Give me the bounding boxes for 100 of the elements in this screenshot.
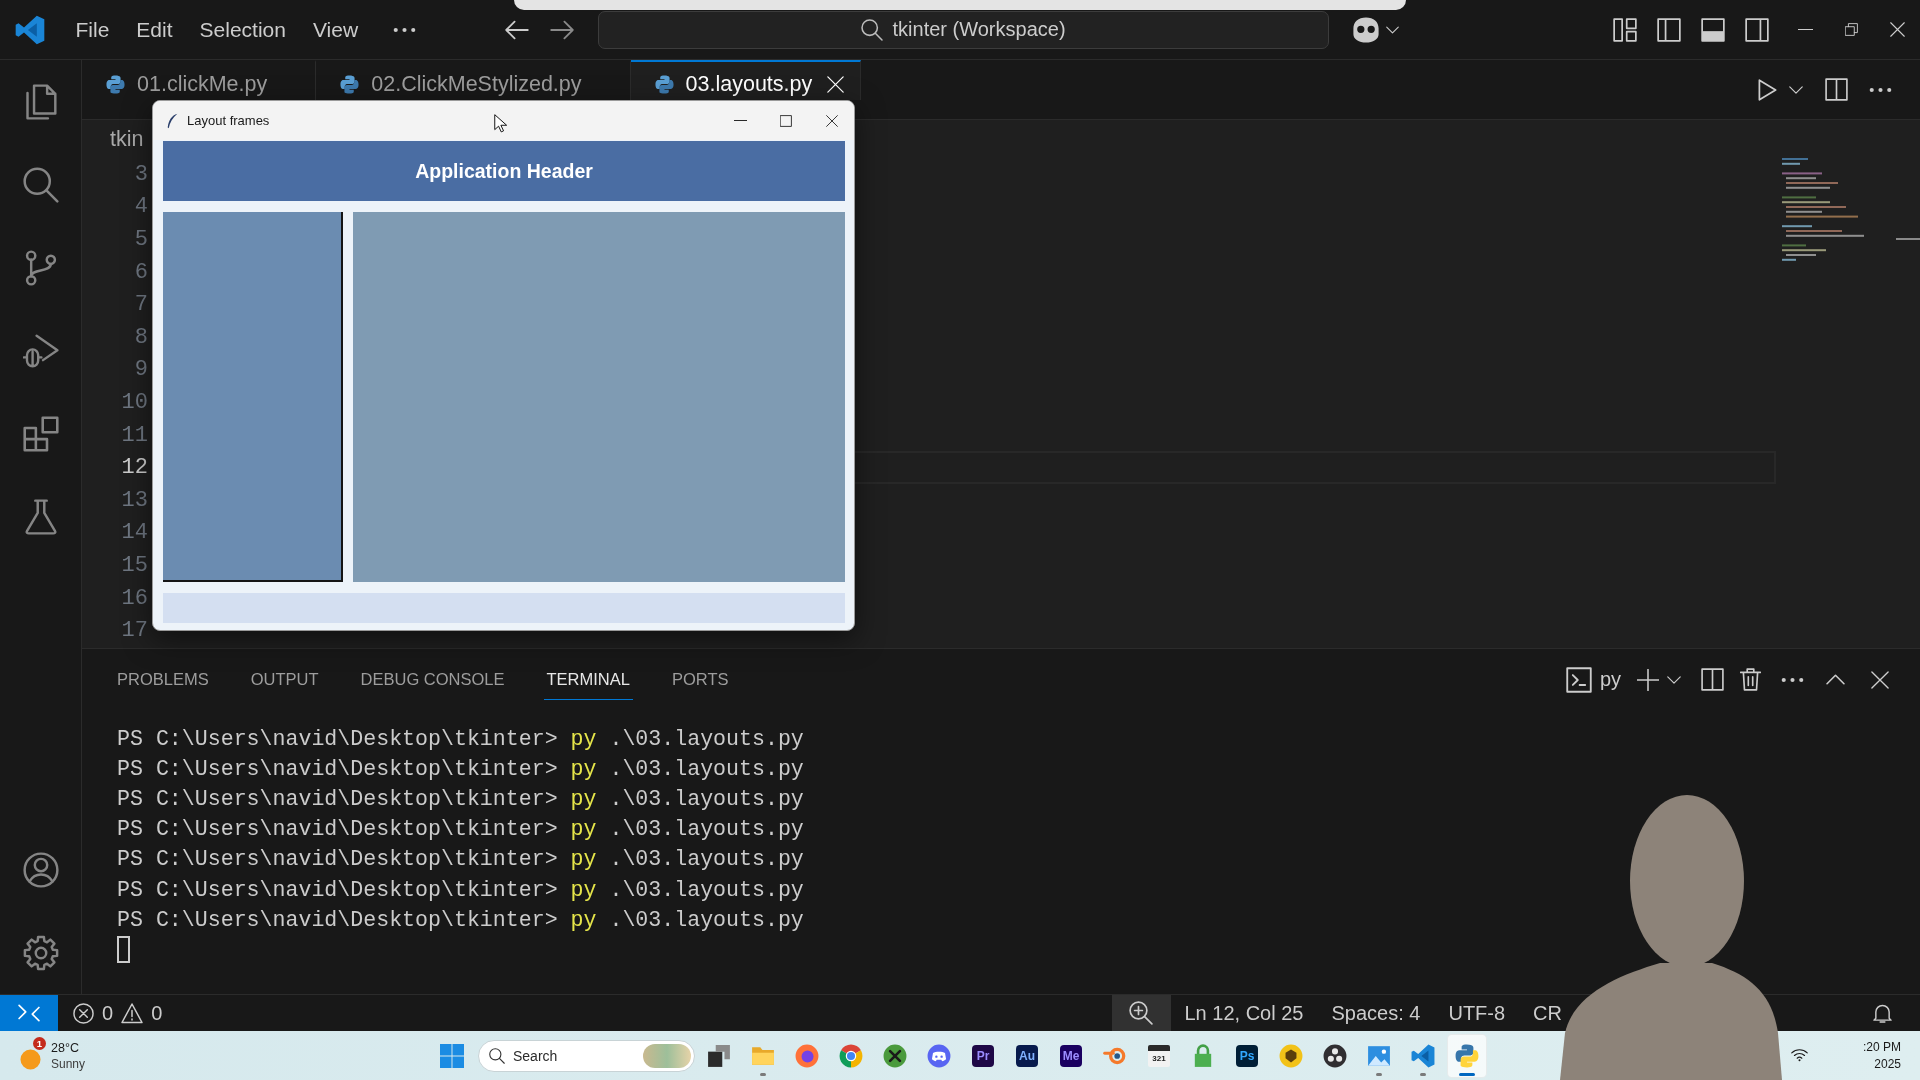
taskbar-button[interactable]: Me xyxy=(1051,1033,1091,1078)
menu-item[interactable]: View xyxy=(312,17,359,42)
wifi-icon[interactable] xyxy=(1791,1049,1808,1062)
menu-item[interactable]: File xyxy=(75,17,110,42)
status-item[interactable]: UTF-8 xyxy=(1448,1001,1506,1025)
premiere-logo: Pr xyxy=(972,1044,994,1067)
terminal-line: PS C:\Users\navid\Desktop\tkinter> py .\03.layouts.py xyxy=(117,907,804,932)
menu-item[interactable]: Edit xyxy=(136,17,173,42)
terminal-line: PS C:\Users\navid\Desktop\tkinter> py .\03.layouts.py xyxy=(117,727,804,752)
line-number: 10 xyxy=(121,389,148,415)
chevron-up-icon[interactable] xyxy=(1826,674,1845,685)
restore-icon[interactable] xyxy=(1845,23,1858,36)
line-number: 12 xyxy=(121,455,148,481)
error-count[interactable]: 0 xyxy=(102,1001,114,1025)
line-number: 5 xyxy=(134,227,148,252)
breadcrumb-folder[interactable]: tkin xyxy=(110,126,144,152)
more-icon[interactable] xyxy=(1781,676,1804,683)
clock-date[interactable]: 2025 xyxy=(1874,1055,1901,1073)
image-placeholder xyxy=(643,1043,691,1068)
taskbar-button[interactable]: 321 xyxy=(1139,1033,1179,1078)
panel-tab[interactable]: OUTPUT xyxy=(247,659,322,700)
start-icon[interactable] xyxy=(440,1043,464,1068)
back-arrow-icon[interactable] xyxy=(504,19,529,40)
panel-tab[interactable]: PROBLEMS xyxy=(114,659,212,700)
header-frame: Application Header xyxy=(163,141,845,201)
trash-icon[interactable] xyxy=(1740,668,1761,691)
search-box[interactable]: Search xyxy=(478,1039,695,1072)
plus-icon[interactable] xyxy=(1637,668,1659,691)
terminal-line: PS C:\Users\navid\Desktop\tkinter> py .\03.layouts.py xyxy=(117,877,804,902)
line-number: 14 xyxy=(121,520,148,546)
panel-tab[interactable]: PORTS xyxy=(668,659,732,700)
warning-count[interactable]: 0 xyxy=(151,1001,163,1025)
close-icon[interactable] xyxy=(826,114,838,127)
terminal-line: PS C:\Users\navid\Desktop\tkinter> py .\03.layouts.py xyxy=(117,787,804,812)
zoom-button[interactable] xyxy=(1111,995,1171,1031)
firefox-icon xyxy=(795,1043,819,1068)
line-number: 9 xyxy=(134,357,148,383)
warning-icon[interactable] xyxy=(121,1002,144,1024)
obs-icon xyxy=(1323,1043,1347,1068)
temperature[interactable]: 28°C xyxy=(51,1039,86,1056)
account-icon[interactable] xyxy=(22,851,59,888)
menu-item[interactable]: Selection xyxy=(199,17,286,42)
python-icon xyxy=(106,74,125,94)
weather-condition[interactable]: Sunny xyxy=(51,1055,86,1072)
line-number: 13 xyxy=(121,487,148,513)
robot-icon[interactable] xyxy=(1351,15,1380,44)
bell-icon[interactable] xyxy=(1873,1003,1892,1023)
chevron-down-icon[interactable] xyxy=(1789,85,1803,94)
more-icon[interactable] xyxy=(392,26,416,33)
clock-time[interactable]: :20 PM xyxy=(1863,1038,1901,1056)
line-number: 4 xyxy=(134,194,148,220)
sidebar-left-icon[interactable] xyxy=(1657,17,1681,42)
scroll-position-marker xyxy=(1896,238,1920,240)
search-field[interactable]: Search xyxy=(513,1045,637,1066)
line-number: 3 xyxy=(134,161,148,187)
status-item[interactable]: Ln 12, Col 25 xyxy=(1184,1001,1304,1025)
blocks-icon[interactable] xyxy=(22,415,59,452)
play-bug-icon[interactable] xyxy=(22,332,59,369)
mouse-pointer-icon xyxy=(494,114,507,133)
search-icon[interactable] xyxy=(22,166,59,203)
maximize-icon[interactable] xyxy=(780,114,792,127)
python-icon xyxy=(340,74,360,94)
panel-bottom-icon[interactable] xyxy=(1701,17,1725,42)
remote-button[interactable] xyxy=(0,995,58,1031)
command-center[interactable]: tkinter (Workspace) xyxy=(597,10,1329,49)
terminal-selector[interactable]: py xyxy=(1565,666,1621,693)
layout-icon[interactable] xyxy=(1613,17,1637,42)
editor-tab[interactable]: 03.layouts.py xyxy=(630,60,862,100)
status-item[interactable]: Spaces: 4 xyxy=(1331,1001,1421,1025)
sidebar-right-icon[interactable] xyxy=(1745,17,1769,42)
play-icon[interactable] xyxy=(1758,78,1777,101)
taskbar-button[interactable]: Pr xyxy=(963,1033,1003,1078)
panel-tab[interactable]: TERMINAL xyxy=(543,659,633,700)
window-title: Layout frames xyxy=(187,113,270,128)
clapperboard-logo: 321 xyxy=(1148,1044,1170,1067)
chevron-down-icon[interactable] xyxy=(1385,25,1399,34)
minimize-icon[interactable] xyxy=(734,119,747,122)
status-item[interactable]: CR xyxy=(1533,1001,1562,1025)
feather-icon xyxy=(167,112,178,129)
emblem-icon xyxy=(1279,1043,1303,1068)
taskbar-button[interactable]: Ps xyxy=(1227,1033,1267,1078)
discord-icon xyxy=(927,1043,951,1068)
vscode-logo-icon xyxy=(15,14,45,45)
vscode-icon xyxy=(1411,1043,1435,1068)
error-icon[interactable] xyxy=(73,1002,94,1024)
panel-tab[interactable]: DEBUG CONSOLE xyxy=(357,659,508,700)
taskbar-button[interactable]: Au xyxy=(1007,1033,1047,1078)
split-terminal-icon[interactable] xyxy=(1701,668,1724,691)
terminal-icon xyxy=(1565,666,1592,693)
chevron-down-icon[interactable] xyxy=(1667,675,1681,684)
terminal-cursor xyxy=(117,936,130,964)
remote-icon xyxy=(18,1004,40,1022)
split-editor-icon[interactable] xyxy=(1825,78,1848,101)
terminal-line: PS C:\Users\navid\Desktop\tkinter> py .\03.layouts.py xyxy=(117,817,804,842)
search-icon xyxy=(489,1047,505,1064)
line-number: 11 xyxy=(121,422,148,448)
forward-arrow-icon[interactable] xyxy=(549,19,574,40)
settings-icon[interactable] xyxy=(22,934,59,971)
line-number: 8 xyxy=(134,324,148,350)
more-icon[interactable] xyxy=(1869,86,1892,93)
